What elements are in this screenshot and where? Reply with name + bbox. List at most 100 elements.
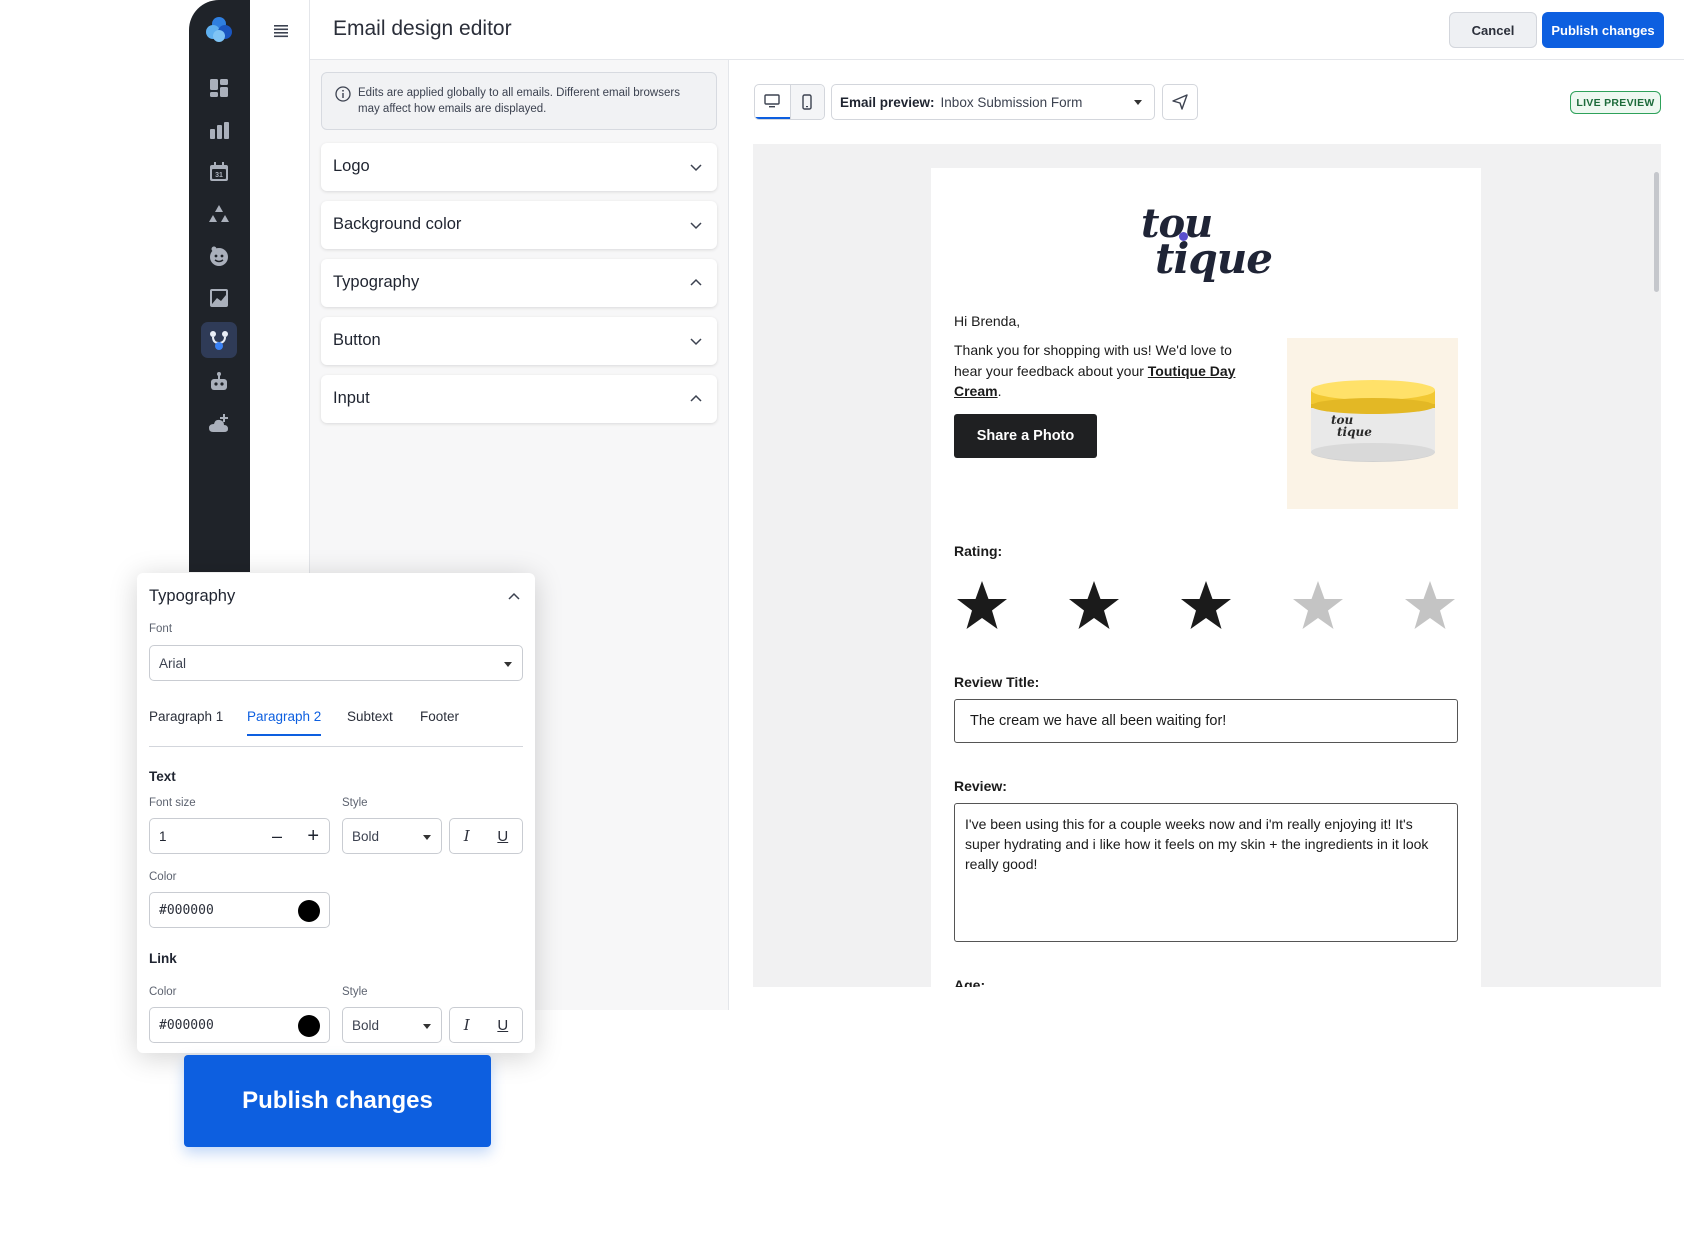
accordion-button[interactable]: Button — [321, 317, 717, 365]
minus-icon[interactable]: – — [272, 827, 282, 845]
notice-text: Edits are applied globally to all emails… — [358, 87, 680, 115]
link-color-input[interactable]: #000000 — [149, 1007, 330, 1043]
share-photo-button[interactable]: Share a Photo — [954, 414, 1097, 458]
text-style-select[interactable]: Bold — [342, 818, 442, 854]
text-format-toggles: I U — [449, 818, 523, 854]
link-format-toggles: I U — [449, 1007, 523, 1043]
calendar-day-label: 31 — [215, 172, 223, 179]
accordion-label: Input — [333, 389, 370, 407]
robot-icon[interactable] — [201, 364, 237, 400]
cancel-button[interactable]: Cancel — [1449, 12, 1537, 48]
review-label: Review: — [954, 778, 1007, 794]
rating-label: Rating: — [954, 543, 1003, 559]
tab-paragraph-2[interactable]: Paragraph 2 — [247, 709, 322, 736]
caret-down-icon — [423, 1024, 431, 1029]
accordion-logo[interactable]: Logo — [321, 143, 717, 191]
text-color-input[interactable]: #000000 — [149, 892, 330, 928]
cream-jar-icon: tou tique — [1311, 380, 1435, 462]
font-select-value: Arial — [159, 656, 187, 671]
star-icon[interactable] — [1290, 578, 1346, 634]
star-icon[interactable] — [954, 578, 1010, 634]
email-preview-select[interactable]: Email preview: Inbox Submission Form — [831, 84, 1155, 120]
publish-changes-button[interactable]: Publish changes — [1542, 12, 1664, 48]
underline-icon[interactable]: U — [497, 1017, 508, 1034]
font-size-value: 1 — [159, 829, 167, 844]
tab-paragraph-1[interactable]: Paragraph 1 — [149, 709, 223, 734]
desktop-view-button[interactable] — [755, 85, 790, 119]
email-preview-value: Inbox Submission Form — [940, 94, 1083, 110]
app-sidebar: 31 — [189, 0, 250, 572]
live-preview-badge: LIVE PREVIEW — [1570, 91, 1661, 114]
device-toggle — [754, 84, 825, 120]
mobile-view-button[interactable] — [789, 85, 824, 119]
typography-panel-title: Typography — [149, 587, 236, 605]
text-color-value: #000000 — [159, 903, 214, 918]
cloud-add-icon[interactable] — [201, 406, 237, 442]
image-icon[interactable] — [201, 280, 237, 316]
product-image: tou tique — [1287, 338, 1458, 509]
mobile-icon — [802, 94, 812, 110]
review-textarea[interactable]: I've been using this for a couple weeks … — [954, 803, 1458, 942]
accordion-typography[interactable]: Typography — [321, 259, 717, 307]
paragraph-tabs: Paragraph 1 Paragraph 2 Subtext Footer — [149, 709, 523, 747]
intro-end: . — [997, 383, 1002, 399]
preview-scrollbar[interactable] — [1654, 172, 1659, 292]
chevron-up-icon — [690, 278, 702, 286]
network-icon[interactable] — [201, 196, 237, 232]
dashboard-icon[interactable] — [201, 70, 237, 106]
calendar-icon[interactable]: 31 — [201, 154, 237, 190]
font-size-stepper[interactable]: 1 – + — [149, 818, 330, 854]
underline-icon[interactable]: U — [497, 828, 508, 845]
typography-panel: Typography Font Arial Paragraph 1 Paragr… — [137, 573, 535, 1053]
hamburger-menu-icon[interactable] — [272, 22, 290, 38]
accordion-label: Logo — [333, 157, 370, 175]
star-icon[interactable] — [1178, 578, 1234, 634]
page-title: Email design editor — [333, 17, 512, 40]
accordion-label: Button — [333, 331, 381, 349]
color-swatch[interactable] — [298, 1015, 320, 1037]
top-bar: Email design editor Cancel Publish chang… — [310, 0, 1684, 60]
publish-changes-cta[interactable]: Publish changes — [184, 1055, 491, 1147]
age-label: Age: — [954, 977, 986, 987]
text-color-label: Color — [149, 871, 177, 883]
intro-paragraph: Thank you for shopping with us! We'd lov… — [954, 340, 1244, 402]
email-canvas: tou tique Hi Brenda, Thank you for shopp… — [753, 144, 1661, 987]
color-swatch[interactable] — [298, 900, 320, 922]
app-logo-icon[interactable] — [205, 16, 233, 44]
info-icon — [335, 86, 351, 102]
send-test-button[interactable] — [1162, 84, 1198, 120]
link-style-select[interactable]: Bold — [342, 1007, 442, 1043]
text-style-value: Bold — [352, 829, 380, 844]
chevron-down-icon — [690, 222, 702, 230]
brand-logo: tou tique — [1141, 200, 1281, 284]
chevron-down-icon — [690, 338, 702, 346]
rating-stars[interactable] — [954, 578, 1458, 638]
accordion-background-color[interactable]: Background color — [321, 201, 717, 249]
caret-down-icon — [504, 662, 512, 667]
font-size-label: Font size — [149, 797, 196, 809]
caret-down-icon — [423, 835, 431, 840]
style-label: Style — [342, 797, 368, 809]
text-section-heading: Text — [149, 769, 176, 784]
send-icon — [1172, 94, 1188, 110]
star-icon[interactable] — [1066, 578, 1122, 634]
italic-icon[interactable]: I — [464, 827, 470, 845]
chart-icon[interactable] — [201, 112, 237, 148]
caret-down-icon — [1134, 100, 1142, 105]
chevron-up-icon[interactable] — [507, 590, 521, 604]
italic-icon[interactable]: I — [464, 1016, 470, 1034]
plus-icon[interactable]: + — [307, 826, 319, 846]
review-title-input[interactable]: The cream we have all been waiting for! — [954, 699, 1458, 743]
flow-icon[interactable] — [201, 322, 237, 358]
font-select[interactable]: Arial — [149, 645, 523, 681]
tab-footer[interactable]: Footer — [420, 709, 459, 734]
font-label: Font — [149, 623, 173, 635]
face-icon[interactable] — [201, 238, 237, 274]
jar-label-line-2: tique — [1337, 425, 1372, 439]
accordion-input[interactable]: Input — [321, 375, 717, 423]
tab-subtext[interactable]: Subtext — [347, 709, 393, 734]
global-edits-notice: Edits are applied globally to all emails… — [321, 72, 717, 130]
link-section-heading: Link — [149, 951, 177, 966]
star-icon[interactable] — [1402, 578, 1458, 634]
link-style-value: Bold — [352, 1018, 380, 1033]
